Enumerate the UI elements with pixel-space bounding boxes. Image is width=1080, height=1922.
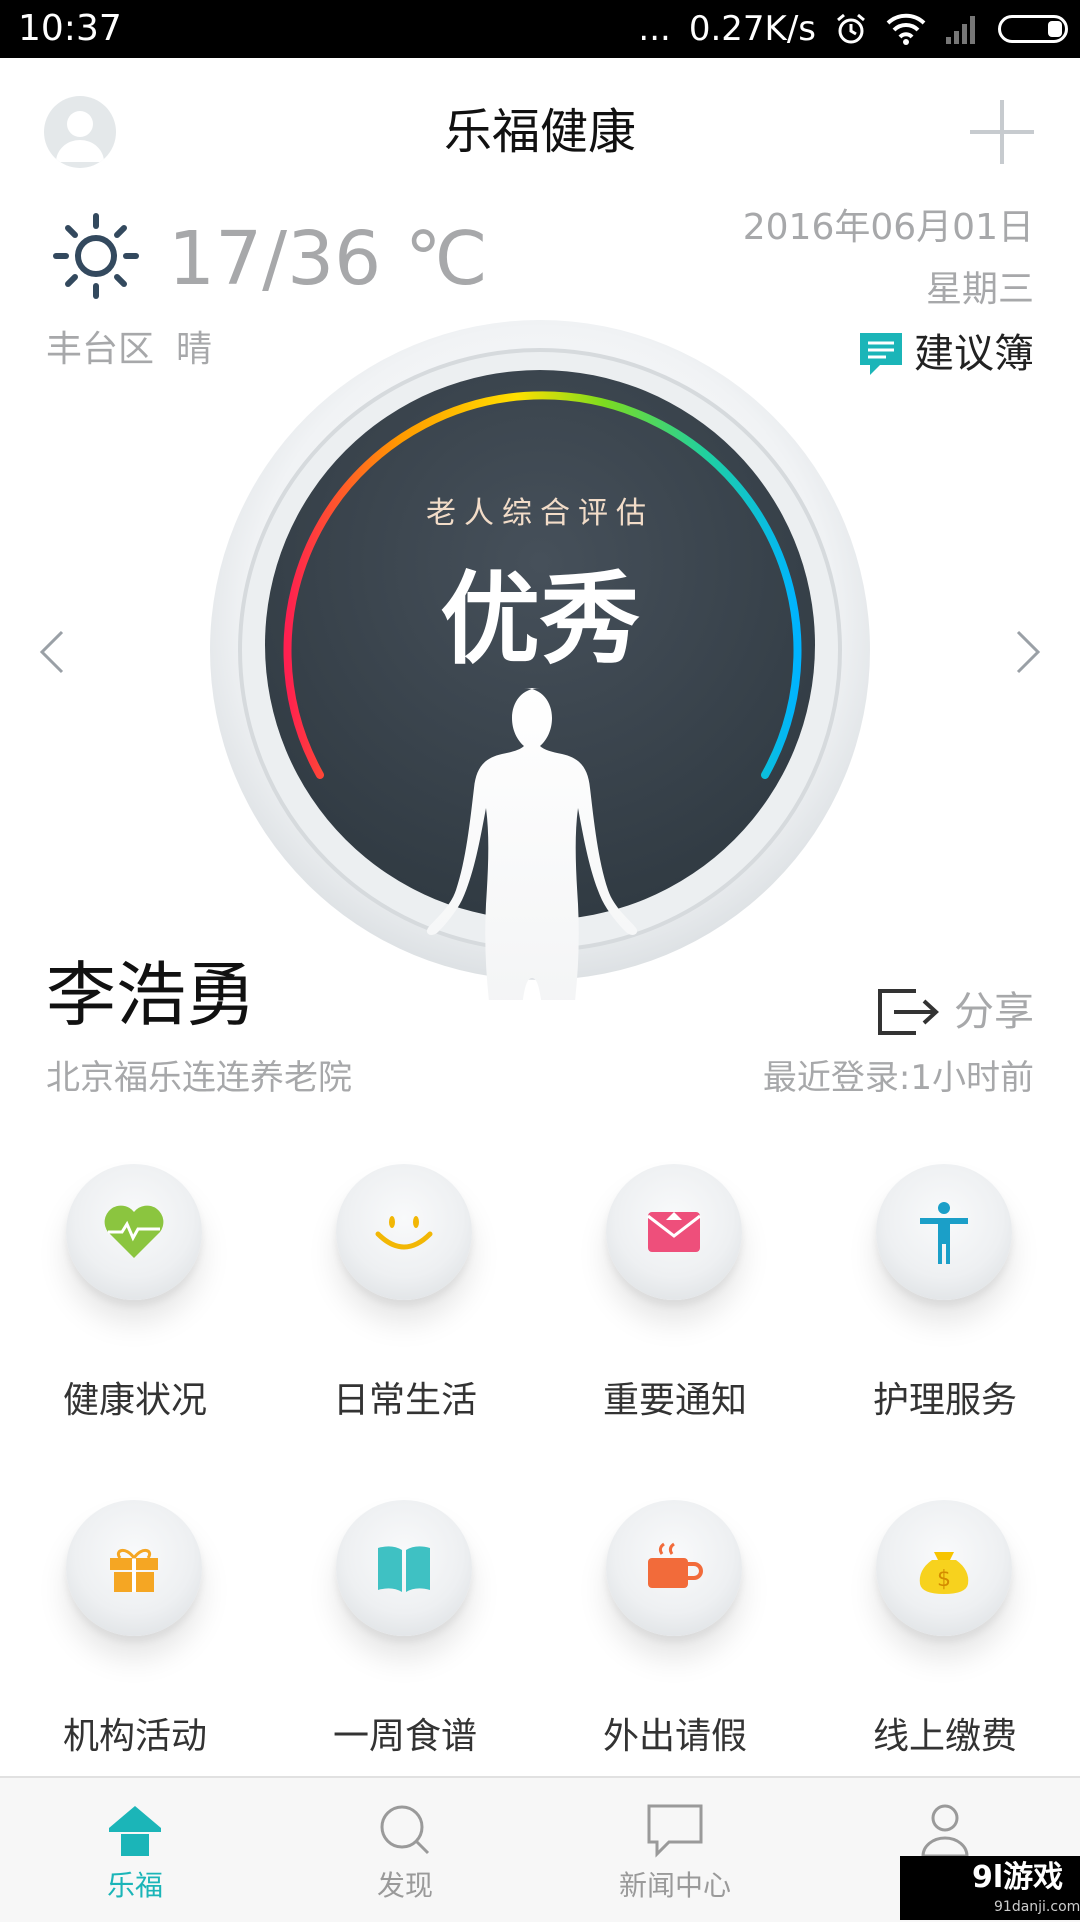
nav-label: 乐福: [106, 1869, 163, 1902]
page-title: 乐福健康: [443, 104, 636, 160]
grid-label: 线上缴费: [872, 1716, 1017, 1757]
grid-label: 机构活动: [62, 1716, 207, 1757]
assessment-label: 老人综合评估: [426, 496, 654, 531]
book-icon: [378, 1546, 430, 1592]
daily-life-button[interactable]: [336, 1164, 472, 1300]
grid-item-care[interactable]: 护理服务: [810, 1164, 1080, 1464]
district: 丰台区: [46, 329, 155, 370]
grid-item-leave[interactable]: 外出请假: [540, 1500, 810, 1800]
chevron-left-icon[interactable]: [38, 628, 66, 676]
grid-item-notice[interactable]: 重要通知: [540, 1164, 810, 1464]
status-bar: 10:37 ... 0.27K/s: [0, 0, 1080, 58]
money-bag-icon: $: [919, 1552, 969, 1594]
health-button[interactable]: [66, 1164, 202, 1300]
grid-item-menu[interactable]: 一周食谱: [270, 1500, 540, 1800]
assessment-grade: 优秀: [440, 561, 640, 678]
watermark-url: 91danji.com: [994, 1899, 1080, 1915]
user-icon: [921, 1804, 969, 1858]
heart-pulse-icon: [104, 1205, 164, 1258]
share-icon: [878, 989, 939, 1035]
alarm-icon: [837, 13, 865, 44]
network-speed: 0.27K/s: [688, 9, 816, 49]
nav-label: 新闻中心: [618, 1869, 731, 1902]
gift-icon: [110, 1549, 158, 1592]
temperature: 17/36 ℃: [168, 216, 488, 302]
wifi-icon: [886, 13, 926, 45]
grid-item-daily-life[interactable]: 日常生活: [270, 1164, 540, 1464]
care-button[interactable]: [876, 1164, 1012, 1300]
nav-item-news[interactable]: 新闻中心: [540, 1778, 810, 1922]
grid-label: 外出请假: [602, 1716, 747, 1757]
suggestion-label: 建议簿: [914, 331, 1034, 377]
svg-text:$: $: [937, 1567, 951, 1592]
battery-icon: [998, 15, 1068, 43]
home-icon: [109, 1806, 161, 1856]
chevron-right-icon[interactable]: [1014, 628, 1042, 676]
chat-icon: [647, 1804, 703, 1858]
grid-item-health[interactable]: 健康状况: [0, 1164, 270, 1464]
weekday: 星期三: [925, 269, 1034, 310]
grid-item-activities[interactable]: 机构活动: [0, 1500, 270, 1800]
search-icon: [380, 1805, 430, 1855]
grid-item-payment[interactable]: $ 线上缴费: [810, 1500, 1080, 1800]
signal-icon: [946, 16, 975, 44]
grid-label: 日常生活: [332, 1380, 477, 1421]
watermark: 9l游戏 91danji.com: [900, 1856, 1080, 1920]
envelope-icon: [647, 1212, 701, 1252]
date: 2016年06月01日: [742, 207, 1034, 248]
status-dots: ...: [638, 9, 671, 49]
grid-label: 护理服务: [872, 1380, 1017, 1421]
activities-button[interactable]: [66, 1500, 202, 1636]
status-right: ... 0.27K/s: [638, 6, 1068, 52]
nav-label: 发现: [376, 1869, 433, 1902]
nav-item-lefu[interactable]: 乐福: [0, 1778, 270, 1922]
watermark-text: 9l游戏: [972, 1860, 1064, 1895]
grid-label: 重要通知: [602, 1380, 747, 1421]
plus-icon[interactable]: [966, 96, 1038, 168]
last-login: 最近登录:1小时前: [762, 1058, 1034, 1098]
menu-button[interactable]: [336, 1500, 472, 1636]
share-label: 分享: [954, 989, 1034, 1035]
coffee-icon: [648, 1542, 703, 1588]
person-icon: [920, 1202, 968, 1264]
status-time: 10:37: [18, 8, 122, 49]
grid-label: 健康状况: [62, 1380, 207, 1421]
grid-label: 一周食谱: [332, 1716, 477, 1757]
user-name: 李浩勇: [46, 954, 256, 1036]
nav-item-discover[interactable]: 发现: [270, 1778, 540, 1922]
smile-icon: [375, 1216, 433, 1250]
sun-icon: [53, 213, 139, 299]
organization: 北京福乐连连养老院: [46, 1058, 352, 1098]
payment-button[interactable]: $: [876, 1500, 1012, 1636]
notice-button[interactable]: [606, 1164, 742, 1300]
share-button[interactable]: 分享: [876, 984, 1034, 1040]
leave-button[interactable]: [606, 1500, 742, 1636]
suggestion-button[interactable]: 建议簿: [858, 326, 1034, 382]
